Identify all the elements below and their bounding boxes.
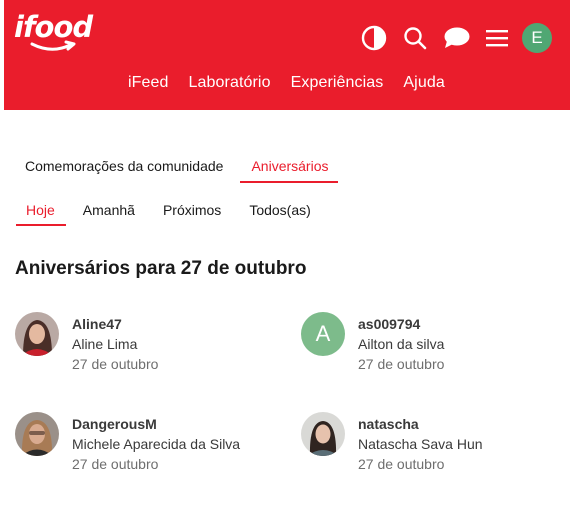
menu-button[interactable] (483, 24, 511, 52)
full-name: Aline Lima (72, 336, 138, 352)
tab-amanha[interactable]: Amanhã (73, 202, 146, 226)
chat-button[interactable] (442, 24, 470, 52)
user-photo (301, 412, 345, 456)
tab-todos[interactable]: Todos(as) (239, 202, 321, 226)
birthday-date: 27 de outubro (72, 356, 159, 372)
contrast-icon (361, 25, 387, 51)
avatar[interactable]: A (301, 312, 345, 356)
secondary-tabs: Hoje Amanhã Próximos Todos(as) (16, 202, 329, 226)
contrast-toggle-button[interactable] (360, 24, 388, 52)
chat-icon (444, 27, 469, 48)
search-icon (404, 27, 427, 50)
user-avatar[interactable]: E (522, 23, 552, 53)
search-button[interactable] (401, 24, 429, 52)
user-photo (15, 312, 59, 356)
tab-proximos[interactable]: Próximos (153, 202, 232, 226)
ifood-logo[interactable]: ifood (14, 10, 94, 58)
avatar[interactable] (301, 412, 345, 456)
full-name: Michele Aparecida da Silva (72, 436, 241, 452)
birthday-date: 27 de outubro (358, 456, 445, 472)
nav-ifeed[interactable]: iFeed (128, 74, 169, 92)
avatar[interactable] (15, 412, 59, 456)
username[interactable]: as009794 (358, 314, 444, 334)
header-icons: E (347, 23, 552, 53)
tab-comemoracoes[interactable]: Comemorações da comunidade (20, 158, 228, 183)
hamburger-icon (486, 30, 508, 47)
logo-smile-icon (30, 40, 76, 51)
tab-hoje[interactable]: Hoje (16, 202, 66, 226)
nav-laboratorio[interactable]: Laboratório (189, 74, 271, 92)
full-name: Ailton da silva (358, 336, 445, 352)
birthday-item: A as009794 Ailton da silva 27 de outubro (301, 312, 444, 374)
nav-ajuda[interactable]: Ajuda (403, 74, 444, 92)
username[interactable]: natascha (358, 414, 483, 434)
logo-text: ifood (14, 10, 93, 44)
username[interactable]: Aline47 (72, 314, 158, 334)
birthday-item: natascha Natascha Sava Hun 27 de outubro (301, 412, 483, 474)
avatar[interactable] (15, 312, 59, 356)
nav-experiencias[interactable]: Experiências (291, 74, 384, 92)
full-name: Natascha Sava Hun (358, 436, 483, 452)
page-title: Aniversários para 27 de outubro (15, 258, 307, 279)
birthday-item: Aline47 Aline Lima 27 de outubro (15, 312, 158, 374)
birthday-item: DangerousM Michele Aparecida da Silva 27… (15, 412, 240, 474)
birthday-date: 27 de outubro (358, 356, 445, 372)
birthday-date: 27 de outubro (72, 456, 159, 472)
header: ifood E iFeed Laboratório Experiências A… (4, 0, 570, 110)
username[interactable]: DangerousM (72, 414, 240, 434)
tab-aniversarios[interactable]: Aniversários (240, 158, 339, 183)
user-photo (15, 412, 59, 456)
main-nav: iFeed Laboratório Experiências Ajuda (128, 74, 465, 92)
primary-tabs: Comemorações da comunidade Aniversários (20, 158, 339, 183)
page-frame: ifood E iFeed Laboratório Experiências A… (4, 0, 570, 528)
